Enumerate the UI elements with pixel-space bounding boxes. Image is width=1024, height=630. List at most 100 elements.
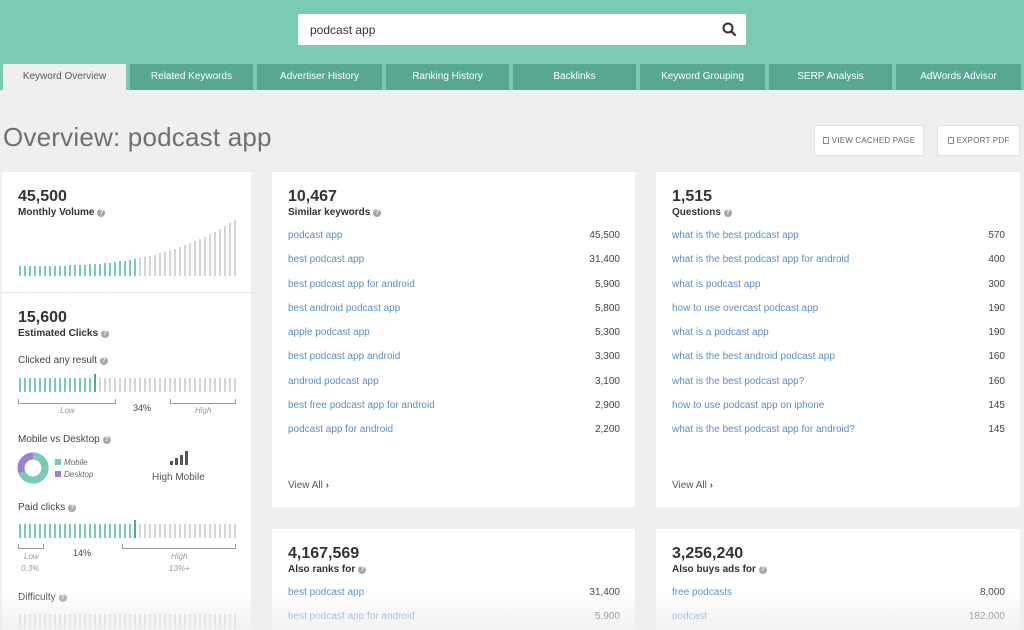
also-ranks-label-text: Also ranks for: [288, 564, 356, 575]
gauge-tick: [119, 261, 121, 276]
gauge-tick: [154, 255, 156, 276]
volume-trend-bars: [19, 220, 239, 276]
keyword-row: android podcast app 3,100: [288, 376, 620, 400]
tab-adwords-advisor[interactable]: AdWords Advisor: [896, 64, 1021, 90]
keyword-link[interactable]: what is podcast app: [672, 279, 760, 290]
tab-bar: Keyword Overview Related Keywords Advert…: [0, 64, 1024, 90]
keyword-link[interactable]: best podcast app: [288, 254, 364, 265]
help-icon[interactable]: ?: [97, 209, 106, 217]
gauge-tick: [49, 524, 51, 538]
tab-backlinks[interactable]: Backlinks: [513, 64, 636, 90]
gauge-tick: [184, 378, 186, 392]
keyword-link[interactable]: best podcast app for android: [288, 611, 415, 622]
difficulty-label: Difficulty?: [18, 592, 67, 603]
search-icon[interactable]: [721, 21, 738, 38]
tab-advertiser-history[interactable]: Advertiser History: [257, 64, 382, 90]
tab-keyword-grouping[interactable]: Keyword Grouping: [640, 64, 765, 90]
gauge-tick: [64, 524, 66, 538]
gauge-tick: [229, 378, 231, 392]
gauge-tick: [114, 378, 116, 392]
gauge-tick: [19, 524, 21, 538]
similar-view-all-link[interactable]: View All ›: [288, 480, 329, 491]
keyword-volume: 300: [988, 278, 1005, 290]
low-value: 0.3%: [21, 564, 40, 573]
gauge-tick: [144, 378, 146, 392]
also-ranks-list: best podcast app 31,400 best podcast app f…: [288, 587, 620, 630]
paid-clicks-label: Paid clicks?: [18, 502, 77, 513]
keyword-link[interactable]: best podcast app android: [288, 351, 400, 362]
keyword-link[interactable]: what is the best podcast app: [672, 230, 799, 241]
gauge-tick: [114, 614, 116, 628]
keyword-link[interactable]: android podcast app: [288, 376, 379, 387]
help-icon[interactable]: ?: [99, 357, 108, 365]
help-icon[interactable]: ?: [358, 566, 367, 574]
help-icon[interactable]: ?: [101, 330, 110, 338]
low-label: Low: [60, 406, 75, 415]
gauge-tick: [74, 614, 76, 628]
keyword-link[interactable]: what is a podcast app: [672, 327, 769, 338]
gauge-tick: [144, 257, 146, 276]
keyword-link[interactable]: what is the best podcast app for android…: [672, 424, 855, 435]
questions-count: 1,515: [672, 188, 713, 205]
keyword-link[interactable]: how to use overcast podcast app: [672, 303, 818, 314]
gauge-tick: [224, 524, 226, 538]
keyword-link[interactable]: what is the best podcast app for android: [672, 254, 849, 265]
keyword-link[interactable]: free podcasts: [672, 587, 732, 598]
keyword-link[interactable]: what is the best android podcast app: [672, 351, 835, 362]
export-pdf-label: EXPORT PDF: [956, 136, 1010, 145]
tab-related-keywords[interactable]: Related Keywords: [130, 64, 253, 90]
keyword-link[interactable]: apple podcast app: [288, 327, 370, 338]
keyword-link[interactable]: podcast app for android: [288, 424, 393, 435]
keyword-row: best free podcast app for android 2,900: [288, 400, 620, 424]
keyword-link[interactable]: podcast app: [288, 230, 343, 241]
gauge-tick: [139, 378, 141, 392]
help-icon[interactable]: ?: [68, 504, 77, 512]
view-cached-page-button[interactable]: VIEW CACHED PAGE: [814, 125, 924, 156]
gauge-tick: [224, 614, 226, 628]
keyword-link[interactable]: best podcast app: [288, 587, 364, 598]
keyword-link[interactable]: best podcast app for android: [288, 279, 415, 290]
gauge-tick: [109, 263, 111, 276]
view-all-text: View All: [288, 480, 323, 491]
keyword-link[interactable]: podcast: [672, 611, 707, 622]
gauge-tick: [199, 239, 201, 276]
gauge-tick: [189, 524, 191, 538]
also-ranks-count: 4,167,569: [288, 545, 360, 562]
tab-ranking-history[interactable]: Ranking History: [386, 64, 509, 90]
tab-keyword-overview[interactable]: Keyword Overview: [3, 64, 126, 90]
help-icon[interactable]: ?: [102, 436, 111, 444]
help-icon[interactable]: ?: [58, 594, 67, 602]
gauge-tick: [124, 261, 126, 276]
gauge-tick: [104, 263, 106, 276]
gauge-tick: [214, 378, 216, 392]
keyword-row: best podcast app 31,400: [288, 587, 620, 611]
gauge-tick: [164, 378, 166, 392]
help-icon[interactable]: ?: [373, 209, 382, 217]
gauge-tick: [29, 378, 31, 392]
gauge-tick: [19, 614, 21, 628]
export-pdf-button[interactable]: EXPORT PDF: [937, 125, 1020, 156]
search-input[interactable]: [310, 14, 710, 45]
similar-keywords-list: podcast app 45,500 best podcast app 31,400 b…: [288, 230, 620, 449]
gauge-tick: [154, 524, 156, 538]
keyword-volume: 8,000: [979, 587, 1005, 598]
keyword-volume: 2,900: [594, 400, 620, 412]
keyword-link[interactable]: how to use podcast app on iphone: [672, 400, 824, 411]
keyword-link[interactable]: best free podcast app for android: [288, 400, 435, 411]
help-icon[interactable]: ?: [758, 566, 767, 574]
gauge-tick: [144, 614, 146, 628]
questions-view-all-link[interactable]: View All ›: [672, 480, 713, 491]
help-icon[interactable]: ?: [723, 209, 732, 217]
gauge-tick: [99, 524, 101, 538]
keyword-link[interactable]: best android podcast app: [288, 303, 400, 314]
keyword-link[interactable]: what is the best podcast app?: [672, 376, 804, 387]
tab-serp-analysis[interactable]: SERP Analysis: [769, 64, 892, 90]
gauge-tick: [84, 614, 86, 628]
keyword-volume: 5,900: [594, 278, 620, 290]
gauge-tick: [29, 614, 31, 628]
chevron-right-icon: ›: [709, 480, 713, 491]
gauge-tick: [54, 614, 56, 628]
gauge-tick: [29, 266, 31, 276]
gauge-tick: [229, 524, 231, 538]
gauge-tick: [79, 265, 81, 276]
